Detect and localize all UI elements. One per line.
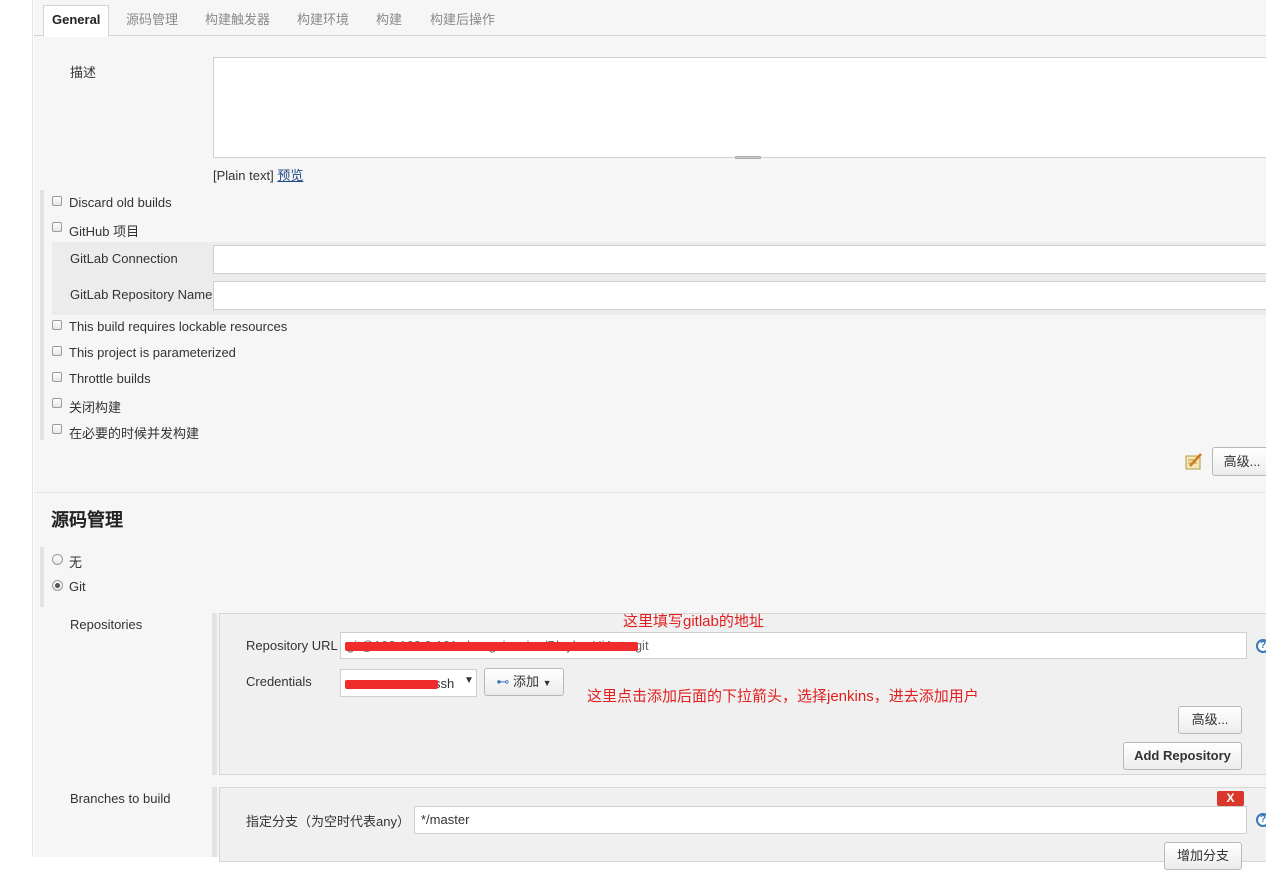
concurrent-builds-checkbox[interactable] (52, 424, 62, 434)
annotation-repo-url: 这里填写gitlab的地址 (623, 613, 764, 630)
branch-specifier-input[interactable]: */master (414, 806, 1247, 834)
gitlab-connection-label: GitLab Connection (70, 251, 178, 266)
repo-url-label: Repository URL (246, 638, 338, 653)
throttle-builds-label[interactable]: Throttle builds (69, 371, 151, 386)
discard-old-builds-checkbox[interactable] (52, 196, 62, 206)
notepad-icon (1184, 451, 1204, 471)
repo-advanced-button[interactable]: 高级... (1178, 706, 1242, 734)
disable-build-label[interactable]: 关闭构建 (69, 397, 121, 416)
delete-branch-button[interactable]: X (1217, 791, 1244, 806)
branch-specifier-help-icon[interactable]: ? (1256, 813, 1266, 827)
gitlab-repo-name-label: GitLab Repository Name (70, 287, 213, 302)
add-branch-button[interactable]: 增加分支 (1164, 842, 1242, 870)
key-icon: ⊷ (496, 674, 510, 689)
throttle-builds-checkbox[interactable] (52, 372, 62, 382)
repo-url-redaction (345, 642, 638, 651)
add-repository-button[interactable]: Add Repository (1123, 742, 1242, 770)
parameterized-label[interactable]: This project is parameterized (69, 345, 236, 360)
lockable-resources-checkbox[interactable] (52, 320, 62, 330)
credentials-redaction (345, 680, 438, 689)
repositories-bar (212, 613, 217, 775)
chevron-down-icon: ▼ (464, 675, 474, 686)
markup-hint: [Plain text] 预览 (213, 165, 303, 184)
scm-git-radio[interactable] (52, 580, 63, 591)
gitlab-connection-input[interactable] (213, 245, 1266, 274)
scm-none-radio[interactable] (52, 554, 63, 565)
tab-post-build[interactable]: 构建后操作 (430, 9, 495, 36)
add-credentials-button[interactable]: ⊷ 添加 ▼ (484, 668, 564, 696)
branch-specifier-label: 指定分支（为空时代表any） (246, 814, 410, 829)
caret-down-icon: ▼ (542, 678, 552, 688)
github-project-checkbox[interactable] (52, 222, 62, 232)
repo-url-help-icon[interactable]: ? (1256, 639, 1266, 653)
preview-link[interactable]: 预览 (277, 168, 303, 183)
tab-build-environment[interactable]: 构建环境 (297, 9, 349, 36)
scm-none-label[interactable]: 无 (69, 552, 82, 571)
annotation-credentials: 这里点击添加后面的下拉箭头，选择jenkins，进去添加用户 (587, 688, 979, 705)
disable-build-checkbox[interactable] (52, 398, 62, 408)
credentials-label: Credentials (246, 674, 312, 689)
options-group-bar (40, 190, 44, 440)
tab-general[interactable]: General (43, 5, 110, 37)
discard-old-builds-label[interactable]: Discard old builds (69, 195, 172, 210)
section-divider (34, 492, 1266, 493)
config-tab-bar: General 源码管理 构建触发器 构建环境 构建 构建后操作 (34, 0, 1266, 37)
tab-build[interactable]: 构建 (376, 9, 402, 36)
left-margin (0, 0, 33, 857)
description-label: 描述 (70, 65, 97, 80)
github-project-label[interactable]: GitHub 项目 (69, 221, 139, 240)
scm-section-title: 源码管理 (51, 510, 123, 530)
general-advanced-button[interactable]: 高级... (1212, 447, 1266, 476)
scm-git-label[interactable]: Git (69, 579, 86, 594)
concurrent-builds-label[interactable]: 在必要的时候并发构建 (69, 423, 199, 442)
tab-build-triggers[interactable]: 构建触发器 (205, 9, 270, 36)
repositories-label: Repositories (70, 617, 143, 632)
resize-grip[interactable] (735, 156, 761, 159)
job-config-form: General 源码管理 构建触发器 构建环境 构建 构建后操作 描述 [Pla… (34, 0, 1266, 870)
lockable-resources-label[interactable]: This build requires lockable resources (69, 319, 287, 334)
description-textarea[interactable] (213, 57, 1266, 159)
parameterized-checkbox[interactable] (52, 346, 62, 356)
plain-text-label: [Plain text] (213, 168, 274, 183)
scm-radio-group-bar (40, 547, 44, 607)
tab-source-code[interactable]: 源码管理 (126, 9, 178, 36)
gitlab-repo-name-input[interactable] (213, 281, 1266, 310)
branches-bar (212, 787, 217, 857)
branches-label: Branches to build (70, 791, 171, 806)
add-credentials-label: 添加 (513, 674, 540, 689)
